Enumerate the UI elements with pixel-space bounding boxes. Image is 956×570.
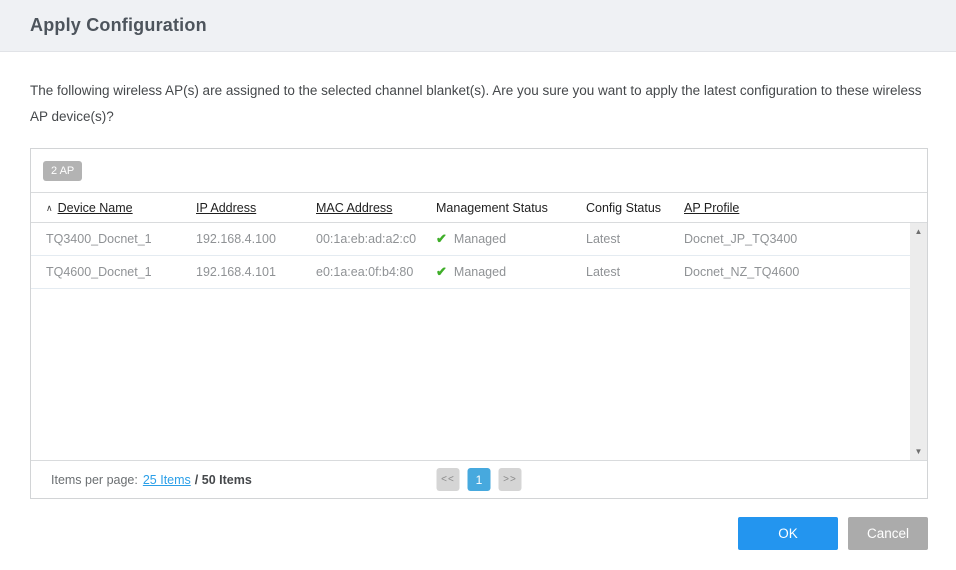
scroll-down-icon[interactable]: ▼ xyxy=(910,443,927,460)
cell-management-status: ✔ Managed xyxy=(436,231,507,246)
cell-ip-address: 192.168.4.100 xyxy=(196,232,276,246)
column-header-management-status: Management Status xyxy=(436,200,548,215)
column-header-device-name[interactable]: ∧ Device Name xyxy=(46,201,196,215)
cell-mac-address: e0:1a:ea:0f:b4:80 xyxy=(316,265,414,279)
table-row[interactable]: TQ4600_Docnet_1 192.168.4.101 e0:1a:ea:0… xyxy=(31,256,910,289)
next-page-button[interactable]: >> xyxy=(498,468,522,491)
table-header-row: ∧ Device Name IP Address MAC Address Mana… xyxy=(31,193,927,223)
pager-buttons: << 1 >> xyxy=(436,468,522,491)
cell-mac-address: 00:1a:eb:ad:a2:c0 xyxy=(316,232,417,246)
items-per-page-label: Items per page: xyxy=(51,472,138,487)
dialog-header: Apply Configuration xyxy=(0,0,956,52)
cell-ap-profile: Docnet_NZ_TQ4600 xyxy=(684,265,800,279)
total-items-label: / 50 Items xyxy=(194,472,252,487)
sort-ascending-icon: ∧ xyxy=(46,202,53,213)
table-badge-row: 2 AP xyxy=(31,149,927,193)
column-header-ap-profile[interactable]: AP Profile xyxy=(684,201,912,215)
cell-device-name: TQ3400_Docnet_1 xyxy=(46,232,152,246)
cell-config-status: Latest xyxy=(586,265,621,279)
cancel-button[interactable]: Cancel xyxy=(848,517,928,550)
ap-count-badge: 2 AP xyxy=(43,160,83,181)
cell-config-status: Latest xyxy=(586,232,621,246)
column-header-mac-address[interactable]: MAC Address xyxy=(316,201,436,215)
column-header-config-status: Config Status xyxy=(586,200,662,215)
previous-page-button[interactable]: << xyxy=(436,468,460,491)
confirmation-message: The following wireless AP(s) are assigne… xyxy=(30,83,922,124)
cell-device-name: TQ4600_Docnet_1 xyxy=(46,265,152,279)
cell-management-status: ✔ Managed xyxy=(436,264,507,279)
ok-button[interactable]: OK xyxy=(738,517,838,550)
column-header-ip-address[interactable]: IP Address xyxy=(196,201,316,215)
current-page-button[interactable]: 1 xyxy=(467,468,491,491)
table-row[interactable]: TQ3400_Docnet_1 192.168.4.100 00:1a:eb:a… xyxy=(31,223,910,256)
ap-table-panel: 2 AP ∧ Device Name IP Address MAC Address… xyxy=(30,148,928,499)
table-body: TQ3400_Docnet_1 192.168.4.100 00:1a:eb:a… xyxy=(31,223,927,460)
dialog-footer: OK Cancel xyxy=(0,517,928,550)
items-per-page-link[interactable]: 25 Items xyxy=(143,473,191,487)
managed-check-icon: ✔ xyxy=(436,231,447,246)
cell-ip-address: 192.168.4.101 xyxy=(196,265,276,279)
cell-ap-profile: Docnet_JP_TQ3400 xyxy=(684,232,798,246)
scroll-up-icon[interactable]: ▲ xyxy=(910,223,927,240)
pagination-bar: Items per page: 25 Items / 50 Items << 1… xyxy=(31,460,927,498)
managed-check-icon: ✔ xyxy=(436,264,447,279)
vertical-scrollbar[interactable]: ▲ ▼ xyxy=(910,223,927,460)
page-title: Apply Configuration xyxy=(30,15,207,35)
